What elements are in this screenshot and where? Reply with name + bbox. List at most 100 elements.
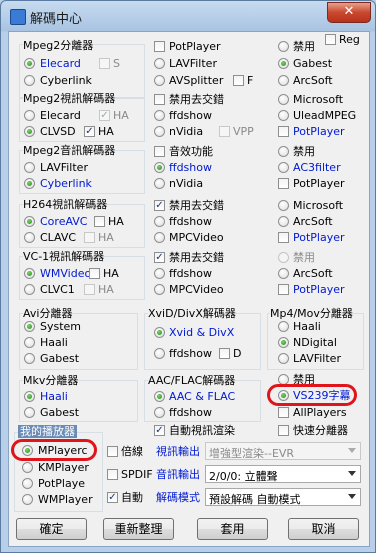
ha-checkbox-clavc[interactable] <box>84 232 95 243</box>
decode-mode-combo[interactable]: 預設解碼 自動模式 <box>205 488 361 506</box>
potplayer-h264-checkbox[interactable] <box>278 232 289 243</box>
mplayerc-radio[interactable] <box>22 445 33 456</box>
mplayerc-label: MPlayerc <box>38 444 88 457</box>
clavc-radio[interactable] <box>24 232 35 243</box>
quick-splitter-checkbox[interactable] <box>278 425 289 436</box>
allplayers-checkbox[interactable] <box>278 407 289 418</box>
mpeg2-deinterlace-checkbox[interactable] <box>154 94 165 105</box>
avsplitter-radio[interactable] <box>154 75 165 86</box>
d-label: D <box>233 347 242 360</box>
haali-avi-radio[interactable] <box>24 337 35 348</box>
mpcvideo-vc1-label: MPCVideo <box>169 283 224 296</box>
kmplayer-radio[interactable] <box>22 462 33 473</box>
video-out-label: 視訊輸出 <box>156 445 200 458</box>
multiplier-checkbox[interactable] <box>107 446 118 457</box>
potplayer-vc1-checkbox[interactable] <box>278 284 289 295</box>
ha-checkbox-clvc1[interactable] <box>84 284 95 295</box>
reorganize-button[interactable]: 重新整理 <box>103 518 174 540</box>
potplayer-audio-checkbox[interactable] <box>278 178 289 189</box>
aac-flac-radio[interactable] <box>154 391 165 402</box>
ffdshow-h264-radio[interactable] <box>154 216 165 227</box>
nvidia-mpeg2v-radio[interactable] <box>154 126 165 137</box>
haali-mkv-radio[interactable] <box>24 391 35 402</box>
ha-label-clvsd: HA <box>98 125 114 138</box>
elecard-video-radio[interactable] <box>24 110 35 121</box>
ok-button[interactable]: 確定 <box>16 518 87 540</box>
arcsoft-h264-radio[interactable] <box>278 216 289 227</box>
microsoft-mpeg2v-radio[interactable] <box>278 94 289 105</box>
arcsoft-vc1-radio[interactable] <box>278 268 289 279</box>
ha-checkbox-elecard[interactable]: ✓ <box>99 110 110 121</box>
auto-checkbox[interactable]: ✓ <box>107 492 118 503</box>
clvsd-radio[interactable] <box>24 126 35 137</box>
mpcvideo-h264-radio[interactable] <box>154 232 165 243</box>
h264-deinterlace-checkbox[interactable]: ✓ <box>154 200 165 211</box>
vpp-checkbox[interactable] <box>219 126 230 137</box>
lavfilter-audio-label: LAVFilter <box>40 161 88 174</box>
avi-splitter-title: Avi分離器 <box>23 307 73 320</box>
ha-checkbox-wmvideo[interactable] <box>89 268 100 279</box>
vc1-deinterlace-checkbox[interactable]: ✓ <box>154 252 165 263</box>
audio-out-label: 音訊輸出 <box>156 468 200 481</box>
ffdshow-aac-radio[interactable] <box>154 407 165 418</box>
microsoft-h264-label: Microsoft <box>293 199 344 212</box>
system-avi-radio[interactable] <box>24 321 35 332</box>
mkv-splitter-title: Mkv分離器 <box>23 374 79 387</box>
gabest-mkv-radio[interactable] <box>24 407 35 418</box>
s-checkbox[interactable] <box>99 58 110 69</box>
wmvideo-radio[interactable] <box>24 268 35 279</box>
ffdshow-xvid-radio[interactable] <box>154 348 165 359</box>
arcsoft-splitter-radio[interactable] <box>278 75 289 86</box>
gabest-splitter-radio[interactable] <box>278 58 289 69</box>
vc1-disable-radio[interactable] <box>278 252 289 263</box>
nvidia-audio-radio[interactable] <box>154 178 165 189</box>
potplayer-player-radio[interactable] <box>22 478 33 489</box>
f-checkbox[interactable] <box>233 75 244 86</box>
coreavc-radio[interactable] <box>24 216 35 227</box>
elecard-splitter-label: Elecard <box>40 57 81 70</box>
reg-checkbox[interactable] <box>325 34 336 45</box>
ffdshow-mpeg2v-radio[interactable] <box>154 110 165 121</box>
audio-output-combo[interactable]: 2/0/0: 立體聲 <box>205 465 361 483</box>
quick-splitter-label: 快速分離器 <box>293 424 348 437</box>
ndigital-radio[interactable] <box>278 337 289 348</box>
ffdshow-vc1-radio[interactable] <box>154 268 165 279</box>
lavfilter-audio-radio[interactable] <box>24 162 35 173</box>
spdif-checkbox[interactable] <box>107 469 118 480</box>
ffdshow-audio-radio[interactable] <box>154 162 165 173</box>
apply-button[interactable]: 套用 <box>197 518 268 540</box>
xvid-decoder-group <box>144 313 261 370</box>
clvc1-radio[interactable] <box>24 284 35 295</box>
ac3filter-radio[interactable] <box>278 162 289 173</box>
vs239-subtitle-radio[interactable] <box>278 390 289 401</box>
splitter-disable-radio[interactable] <box>278 41 289 52</box>
gabest-avi-radio[interactable] <box>24 353 35 364</box>
chevron-down-icon <box>348 448 356 453</box>
clvc1-label: CLVC1 <box>40 283 75 296</box>
cancel-button[interactable]: 取消 <box>288 518 359 540</box>
nvidia-mpeg2v-label: nVidia <box>169 125 204 138</box>
ha-checkbox-coreavc[interactable] <box>94 216 105 227</box>
microsoft-h264-radio[interactable] <box>278 200 289 211</box>
ha-checkbox-clvsd[interactable]: ✓ <box>84 126 95 137</box>
wmplayer-radio[interactable] <box>22 494 33 505</box>
cyberlink-audio-radio[interactable] <box>24 178 35 189</box>
xvid-divx-radio[interactable] <box>154 327 165 338</box>
video-output-combo[interactable]: 增強型渲染--EVR <box>205 442 361 460</box>
ffdshow-xvid-label: ffdshow <box>169 347 212 360</box>
potplayer-splitter-checkbox[interactable] <box>154 41 165 52</box>
potplayer-mpeg2v-checkbox[interactable] <box>278 126 289 137</box>
lavfilter-splitter-radio[interactable] <box>154 58 165 69</box>
audio-disable-radio[interactable] <box>278 146 289 157</box>
mpcvideo-vc1-radio[interactable] <box>154 284 165 295</box>
elecard-splitter-radio[interactable] <box>24 58 35 69</box>
haali-mp4-radio[interactable] <box>278 321 289 332</box>
auto-render-checkbox[interactable]: ✓ <box>154 425 165 436</box>
arcsoft-vc1-label: ArcSoft <box>293 267 333 280</box>
close-button[interactable]: ✕ <box>327 2 371 23</box>
lavfilter-mp4-radio[interactable] <box>278 353 289 364</box>
d-checkbox[interactable] <box>219 348 230 359</box>
sound-effect-checkbox[interactable] <box>154 146 165 157</box>
cyberlink-splitter-radio[interactable] <box>24 75 35 86</box>
uleadmpeg-radio[interactable] <box>278 110 289 121</box>
